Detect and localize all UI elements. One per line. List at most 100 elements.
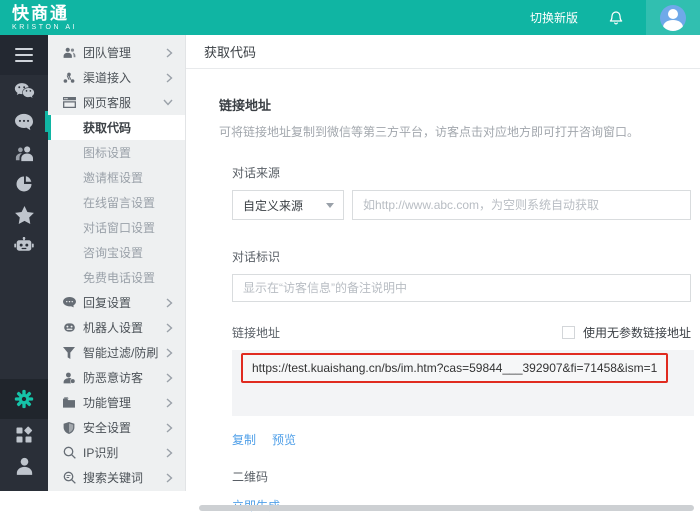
sidebar-item-search-keywords[interactable]: 搜索关键词 <box>48 465 185 490</box>
sidebar-item-web-service[interactable]: 网页客服 <box>48 90 185 115</box>
select-caret-icon <box>326 202 334 208</box>
user-avatar <box>660 4 686 31</box>
chevron-right-icon <box>166 397 173 408</box>
menu-toggle-button[interactable] <box>0 35 48 75</box>
chevron-right-icon <box>166 47 173 58</box>
top-bar: 快商通 KRISTON AI 切换新版 <box>0 0 700 35</box>
dialog-id-label: 对话标识 <box>232 250 281 264</box>
link-url-text[interactable]: https://test.kuaishang.cn/bs/im.htm?cas=… <box>243 361 666 375</box>
rail-item-stats[interactable] <box>0 168 48 199</box>
chevron-right-icon <box>166 72 173 83</box>
agents-icon <box>14 144 34 162</box>
gear-icon <box>14 389 34 409</box>
source-type-select[interactable]: 自定义来源 <box>232 190 344 220</box>
sidebar-item-reply-settings[interactable]: 回复设置 <box>48 290 185 315</box>
switch-version-link[interactable]: 切换新版 <box>530 9 578 26</box>
rail-item-chat[interactable] <box>0 106 48 137</box>
sidebar-item-get-code[interactable]: 获取代码 <box>48 115 185 140</box>
dialog-id-input[interactable] <box>232 274 691 302</box>
sidebar-item-ip-recognition[interactable]: IP识别 <box>48 440 185 465</box>
sidebar-item-robot-settings[interactable]: 机器人设置 <box>48 315 185 340</box>
preview-link-button[interactable]: 预览 <box>272 431 296 448</box>
sidebar-item-invite-box-settings[interactable]: 邀请框设置 <box>48 165 185 190</box>
section-title: 链接地址 <box>219 98 272 113</box>
sidebar-item-icon-settings[interactable]: 图标设置 <box>48 140 185 165</box>
source-url-input[interactable] <box>352 190 691 220</box>
topbar-right: 切换新版 <box>530 0 700 35</box>
brand-logo: 快商通 KRISTON AI <box>0 5 77 31</box>
link-actions: 复制 预览 <box>232 431 692 448</box>
rail-spacer <box>0 261 48 379</box>
rail-item-favorites[interactable] <box>0 199 48 230</box>
sidebar-item-label: 功能管理 <box>83 396 132 410</box>
rail-item-settings[interactable] <box>0 379 48 419</box>
link-address-row: 链接地址 使用无参数链接地址 <box>232 324 691 341</box>
horizontal-scrollbar[interactable] <box>199 505 694 511</box>
chevron-down-icon <box>163 99 173 106</box>
sidebar-item-label: 咨询宝设置 <box>83 246 144 260</box>
user-menu[interactable] <box>646 0 700 35</box>
rail-item-account[interactable] <box>0 450 48 481</box>
sidebar-item-label: 智能过滤/防刷 <box>83 346 159 360</box>
dialog-source-label: 对话来源 <box>232 166 281 180</box>
visitor-block-icon <box>62 371 76 385</box>
sidebar-item-label: 安全设置 <box>83 421 132 435</box>
sidebar-item-label: 免费电话设置 <box>83 271 156 285</box>
sidebar-item-label: 回复设置 <box>83 296 132 310</box>
section-description: 可将链接地址复制到微信等第三方平台，访客点击对应地方即可打开咨询窗口。 <box>219 125 640 139</box>
sidebar-item-online-message-settings[interactable]: 在线留言设置 <box>48 190 185 215</box>
sidebar-item-zixunbao-settings[interactable]: 咨询宝设置 <box>48 240 185 265</box>
no-param-checkbox-label: 使用无参数链接地址 <box>582 326 691 340</box>
chat-bubble-icon <box>14 113 34 131</box>
sidebar-item-function-management[interactable]: 功能管理 <box>48 390 185 415</box>
copy-link-button[interactable]: 复制 <box>232 431 256 448</box>
wechat-icon <box>14 82 35 100</box>
sidebar-item-anti-malicious[interactable]: 防恶意访客 <box>48 365 185 390</box>
sidebar-item-label: 渠道接入 <box>83 71 132 85</box>
keyword-search-icon <box>62 471 76 485</box>
chevron-right-icon <box>166 472 173 483</box>
page-header: 获取代码 <box>186 35 700 69</box>
rail-pad <box>0 481 48 491</box>
chevron-right-icon <box>166 372 173 383</box>
rail-item-robot[interactable] <box>0 230 48 261</box>
sidebar-item-label: 邀请框设置 <box>83 171 144 185</box>
sidebar-item-dialog-window-settings[interactable]: 对话窗口设置 <box>48 215 185 240</box>
page-content: 链接地址 可将链接地址复制到微信等第三方平台，访客点击对应地方即可打开咨询窗口。… <box>186 69 700 514</box>
sidebar-item-team-management[interactable]: 团队管理 <box>48 40 185 65</box>
rail-item-apps[interactable] <box>0 419 48 450</box>
url-highlight-annotation: https://test.kuaishang.cn/bs/im.htm?cas=… <box>241 353 669 383</box>
qrcode-label: 二维码 <box>232 470 269 484</box>
sidebar-item-smart-filter[interactable]: 智能过滤/防刷 <box>48 340 185 365</box>
rail-item-agents[interactable] <box>0 137 48 168</box>
shield-icon <box>62 421 76 435</box>
app-body: 团队管理 渠道接入 网页客服 获取代码 图标设置 邀请框设置 在线留言设置 对话… <box>0 35 700 513</box>
sidebar-item-security-settings[interactable]: 安全设置 <box>48 415 185 440</box>
rail-item-wechat[interactable] <box>0 75 48 106</box>
no-param-checkbox-wrap[interactable]: 使用无参数链接地址 <box>561 324 691 341</box>
app-window: 快商通 KRISTON AI 切换新版 团队管理 渠道接入 网页客服 获取代码 … <box>0 0 700 513</box>
notification-bell-icon[interactable] <box>608 10 624 26</box>
link-url-panel: https://test.kuaishang.cn/bs/im.htm?cas=… <box>232 350 694 416</box>
no-param-checkbox[interactable] <box>561 326 575 339</box>
person-icon <box>16 457 33 475</box>
funnel-icon <box>62 346 76 360</box>
sidebar-item-channel-access[interactable]: 渠道接入 <box>48 65 185 90</box>
sidebar-item-label: 机器人设置 <box>83 321 144 335</box>
sidebar-item-label: 获取代码 <box>83 121 132 135</box>
hamburger-icon <box>15 48 33 62</box>
sidebar-item-label: 对话窗口设置 <box>83 221 156 235</box>
main-panel: 获取代码 链接地址 可将链接地址复制到微信等第三方平台，访客点击对应地方即可打开… <box>186 35 700 513</box>
sidebar-item-label: 在线留言设置 <box>83 196 156 210</box>
sidebar-item-free-call-settings[interactable]: 免费电话设置 <box>48 265 185 290</box>
sidebar-item-label: 搜索关键词 <box>83 471 144 485</box>
ip-search-icon <box>62 446 76 460</box>
chevron-right-icon <box>166 297 173 308</box>
brand-subtitle: KRISTON AI <box>12 23 78 31</box>
folder-icon <box>62 396 76 410</box>
robot-small-icon <box>62 321 76 335</box>
dialog-id-group: 对话标识 <box>232 248 692 302</box>
sidebar-item-label: 防恶意访客 <box>83 371 144 385</box>
grid-apps-icon <box>15 426 33 444</box>
team-icon <box>62 46 76 60</box>
